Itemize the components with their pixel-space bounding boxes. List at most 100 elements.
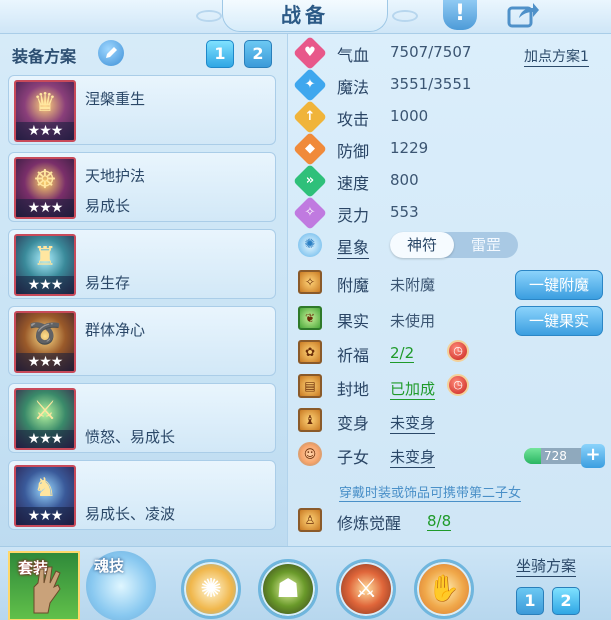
equipment-slot-2[interactable]: ☸ ★★★ 天地护法 易成长 — [8, 152, 276, 222]
equipment-slot-3[interactable]: ♜ ★★★ 易生存 — [8, 229, 276, 299]
transform-label: 变身 — [337, 414, 370, 433]
stat-value: 800 — [390, 171, 419, 189]
equipment-trait: 易成长 — [85, 197, 131, 215]
toggle-option-shenfu[interactable]: 神符 — [390, 232, 454, 258]
stat-label: 速度 — [337, 174, 370, 193]
toggle-option-leigang[interactable]: 雷罡 — [454, 232, 518, 258]
stat-label: 气血 — [337, 46, 370, 65]
cultivation-label: 修炼觉醒 — [337, 514, 402, 533]
skill-orb-1[interactable]: ✺ — [181, 559, 241, 619]
title-ornament-right — [392, 10, 418, 22]
stat-row-mp: ✦ 魔法 3551/3551 — [288, 68, 611, 102]
blessing-value[interactable]: 2/2 — [390, 344, 415, 363]
mount-scheme-2-button[interactable]: 2 — [552, 587, 580, 615]
beast-icon: ☗ — [276, 574, 300, 604]
mana-icon: ✦ — [293, 68, 327, 102]
stat-value: 1229 — [390, 139, 429, 157]
child-add-button[interactable]: + — [581, 444, 605, 468]
fief-label: 封地 — [337, 380, 370, 399]
equipment-icon: ♛ ★★★ — [14, 80, 76, 142]
equipment-effect: 群体净心 — [85, 321, 146, 339]
child-label: 子女 — [337, 448, 370, 467]
equipment-effect: 涅槃重生 — [85, 90, 146, 108]
stat-value: 3551/3551 — [390, 75, 472, 93]
fief-icon: ▤ — [298, 374, 322, 398]
equipment-slot-6[interactable]: ♞ ★★★ 易成长、凌波 — [8, 460, 276, 530]
enchant-icon: ✧ — [298, 270, 322, 294]
mount-scheme-title[interactable]: 坐骑方案 — [516, 555, 577, 577]
equipment-slot-5[interactable]: ⚔ ★★★ 愤怒、易成长 — [8, 383, 276, 453]
necklace-icon: ☸ — [33, 165, 57, 195]
transform-value[interactable]: 未变身 — [390, 412, 436, 434]
title-bar: 战备 ! — [0, 0, 611, 34]
skill-orb-3[interactable]: ⚔ — [336, 559, 396, 619]
one-click-enchant-button[interactable]: 一键附魔 — [515, 270, 603, 300]
share-button[interactable] — [502, 0, 542, 30]
clock-icon[interactable]: ◷ — [447, 340, 469, 362]
star-rating: ★★★ — [16, 507, 74, 525]
equipment-scheme-1-button[interactable]: 1 — [206, 40, 234, 68]
fruit-icon: ❦ — [298, 306, 322, 330]
transform-icon: ♝ — [298, 408, 322, 432]
equipment-slot-1[interactable]: ♛ ★★★ 涅槃重生 — [8, 75, 276, 145]
belt-icon: ➰ — [28, 319, 62, 349]
equipment-icon: ♞ ★★★ — [14, 465, 76, 527]
equipment-scheme-header: 装备方案 1 2 — [10, 40, 280, 68]
monk-icon: ✋ — [427, 574, 461, 604]
bottom-bar: 套装 魂技 ✺ ☗ ⚔ ✋ 坐骑方案 1 2 — [0, 546, 611, 620]
equipment-slot-4[interactable]: ➰ ★★★ 群体净心 — [8, 306, 276, 376]
help-button[interactable]: ! — [443, 0, 477, 30]
fief-value[interactable]: 已加成 — [390, 378, 436, 400]
child-value[interactable]: 未变身 — [390, 446, 436, 468]
stat-label: 攻击 — [337, 110, 370, 129]
cultivation-value[interactable]: 8/8 — [427, 512, 452, 531]
equipment-icon: ⚔ ★★★ — [14, 388, 76, 450]
child-progress-value: 728 — [544, 449, 567, 463]
child-progress-fill — [524, 448, 542, 464]
weapon-icon: ⚔ — [33, 396, 57, 426]
star-rating: ★★★ — [16, 122, 74, 140]
astrology-row: ✺ 星象 神符 雷罡 — [288, 230, 611, 260]
astrology-toggle[interactable]: 神符 雷罡 — [390, 232, 518, 258]
fruit-label: 果实 — [337, 312, 370, 331]
star-rating: ★★★ — [16, 430, 74, 448]
clock-icon[interactable]: ◷ — [447, 374, 469, 396]
equipment-trait: 易成长、凌波 — [85, 505, 176, 523]
edit-scheme-button[interactable] — [98, 40, 124, 66]
stat-label: 防御 — [337, 142, 370, 161]
skill-orb-4[interactable]: ✋ — [414, 559, 474, 619]
stat-value: 1000 — [390, 107, 429, 125]
equipment-icon: ➰ ★★★ — [14, 311, 76, 373]
spirit-icon: ✧ — [293, 196, 327, 230]
star-rating: ★★★ — [16, 199, 74, 217]
equipment-scheme-2-button[interactable]: 2 — [244, 40, 272, 68]
heart-icon: ♥ — [293, 36, 327, 70]
stat-label: 灵力 — [337, 206, 370, 225]
stat-label: 魔法 — [337, 78, 370, 97]
cultivation-icon: ♙ — [298, 508, 322, 532]
equipment-icon: ♜ ★★★ — [14, 234, 76, 296]
speed-icon: » — [293, 164, 327, 198]
equipment-trait: 易生存 — [85, 274, 131, 292]
stat-value: 553 — [390, 203, 419, 221]
star-sign-icon: ✺ — [298, 233, 322, 257]
mount-scheme-1-button[interactable]: 1 — [516, 587, 544, 615]
stat-row-attack: ↑ 攻击 1000 — [288, 100, 611, 134]
equipment-trait: 愤怒、易成长 — [85, 428, 176, 446]
equipment-icon: ☸ ★★★ — [14, 157, 76, 219]
skill-orb-2[interactable]: ☗ — [258, 559, 318, 619]
dancer-icon: ✺ — [200, 574, 222, 604]
second-child-hint[interactable]: 穿戴时装或饰品可携带第二子女 — [339, 482, 522, 502]
one-click-fruit-button[interactable]: 一键果实 — [515, 306, 603, 336]
equipment-effect: 天地护法 — [85, 167, 146, 185]
child-icon: ☺ — [298, 442, 322, 466]
warrior-icon: ⚔ — [354, 574, 378, 604]
star-rating: ★★★ — [16, 276, 74, 294]
astrology-label[interactable]: 星象 — [337, 234, 370, 259]
blessing-icon: ✿ — [298, 340, 322, 364]
page-title: 战备 — [222, 0, 388, 32]
stat-row-hp: ♥ 气血 7507/7507 — [288, 36, 611, 70]
soul-skill-tab[interactable]: 魂技 — [86, 551, 156, 620]
star-rating: ★★★ — [16, 353, 74, 371]
suit-tab[interactable]: 套装 — [8, 551, 80, 620]
